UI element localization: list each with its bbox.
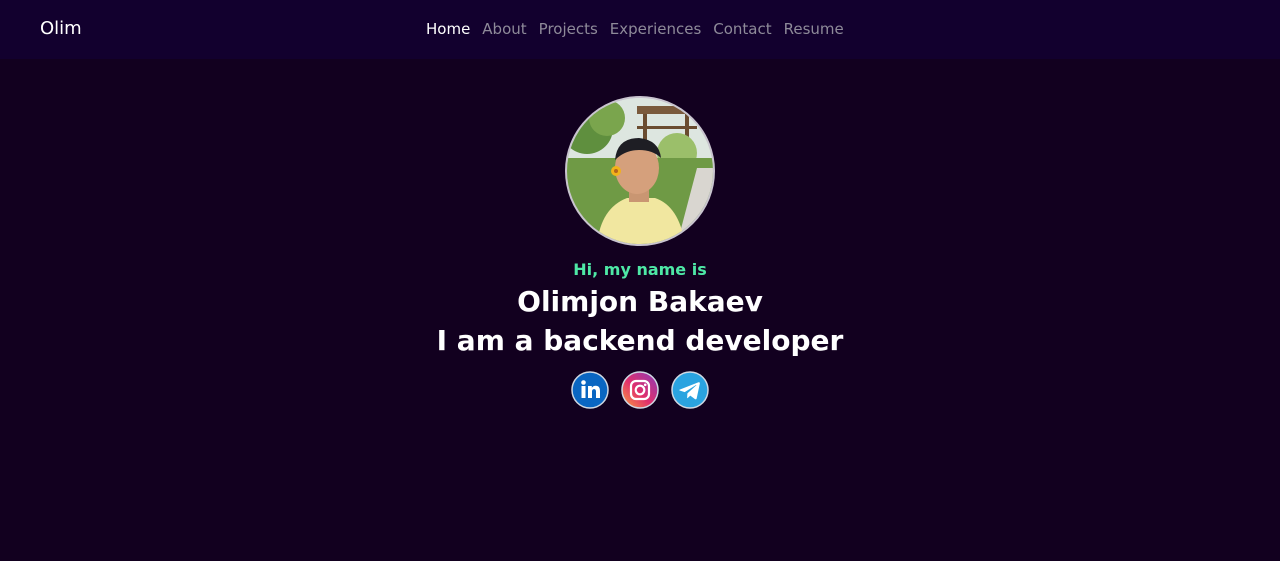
hero-role: I am a backend developer [436, 324, 844, 357]
hero-name: Olimjon Bakaev [517, 285, 763, 318]
hero-section: Hi, my name is Olimjon Bakaev I am a bac… [0, 59, 1280, 561]
nav-item-resume[interactable]: Resume [784, 20, 844, 38]
brand-logo[interactable]: Olim [40, 18, 82, 39]
profile-avatar [565, 96, 715, 246]
nav-item-about[interactable]: About [482, 20, 526, 38]
instagram-icon [621, 371, 659, 409]
linkedin-link[interactable] [571, 371, 609, 409]
nav-menu: Home About Projects Experiences Contact … [426, 20, 844, 38]
linkedin-icon [571, 371, 609, 409]
telegram-icon [671, 371, 709, 409]
greeting-text: Hi, my name is [573, 260, 707, 279]
nav-item-experiences[interactable]: Experiences [610, 20, 701, 38]
nav-item-contact[interactable]: Contact [713, 20, 771, 38]
nav-item-projects[interactable]: Projects [539, 20, 598, 38]
instagram-link[interactable] [621, 371, 659, 409]
navbar: Olim Home About Projects Experiences Con… [0, 0, 1280, 59]
telegram-link[interactable] [671, 371, 709, 409]
nav-item-home[interactable]: Home [426, 20, 470, 38]
profile-photo [567, 98, 713, 244]
social-links [571, 371, 709, 409]
